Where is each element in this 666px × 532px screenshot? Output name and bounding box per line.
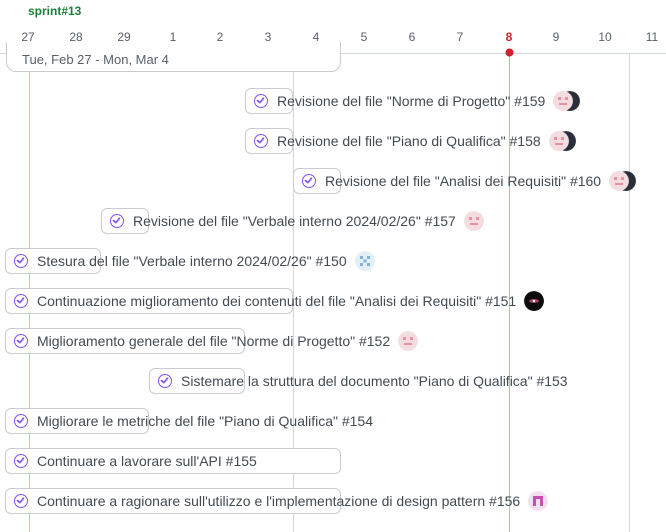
closed-issue-icon bbox=[14, 294, 28, 308]
day-label: 7 bbox=[456, 30, 464, 44]
black-eye-avatar[interactable] bbox=[524, 291, 545, 311]
pink-robot-avatar[interactable] bbox=[548, 131, 569, 151]
sprint-label[interactable]: sprint#13 bbox=[28, 4, 81, 18]
day-label: 9 bbox=[552, 30, 560, 44]
day-label: 10 bbox=[598, 30, 612, 44]
pink-robot-avatar[interactable] bbox=[463, 211, 484, 231]
day-label: 6 bbox=[408, 30, 416, 44]
closed-issue-icon bbox=[302, 174, 316, 188]
issue-title[interactable]: Revisione del file "Verbale interno 2024… bbox=[133, 213, 456, 229]
issue-title[interactable]: Revisione del file "Piano di Qualifica" … bbox=[277, 133, 541, 149]
issue-title[interactable]: Stesura del file "Verbale interno 2024/0… bbox=[37, 253, 347, 269]
issue-title[interactable]: Continuare a lavorare sull'API #155 bbox=[37, 453, 257, 469]
issue-title[interactable]: Continuare a ragionare sull'utilizzo e l… bbox=[37, 493, 520, 509]
closed-issue-icon bbox=[14, 414, 28, 428]
closed-issue-icon bbox=[14, 454, 28, 468]
magenta-pixel-avatar[interactable] bbox=[528, 491, 549, 511]
issue-title[interactable]: Revisione del file "Norme di Progetto" #… bbox=[277, 93, 545, 109]
issue-title[interactable]: Revisione del file "Analisi dei Requisit… bbox=[325, 173, 601, 189]
day-label: 5 bbox=[360, 30, 368, 44]
week-line bbox=[629, 53, 630, 532]
issue-title[interactable]: Migliorare le metriche del file "Piano d… bbox=[37, 413, 373, 429]
closed-issue-icon bbox=[254, 94, 268, 108]
date-range-text: Tue, Feb 27 - Mon, Mar 4 bbox=[22, 52, 169, 67]
issue-title[interactable]: Sistemare la struttura del documento "Pi… bbox=[181, 373, 568, 389]
issue-title[interactable]: Continuazione miglioramento dei contenut… bbox=[37, 293, 516, 309]
pink-robot-avatar[interactable] bbox=[609, 171, 630, 191]
today-marker-icon bbox=[505, 48, 514, 57]
closed-issue-icon bbox=[14, 494, 28, 508]
closed-issue-icon bbox=[14, 254, 28, 268]
day-label: 8 bbox=[505, 30, 513, 44]
issue-title[interactable]: Miglioramento generale del file "Norme d… bbox=[37, 333, 390, 349]
closed-issue-icon bbox=[110, 214, 124, 228]
closed-issue-icon bbox=[254, 134, 268, 148]
closed-issue-icon bbox=[14, 334, 28, 348]
blue-pixel-avatar[interactable] bbox=[354, 251, 375, 271]
day-label: 11 bbox=[645, 30, 659, 44]
pink-robot-avatar[interactable] bbox=[398, 331, 419, 351]
closed-issue-icon bbox=[158, 374, 172, 388]
